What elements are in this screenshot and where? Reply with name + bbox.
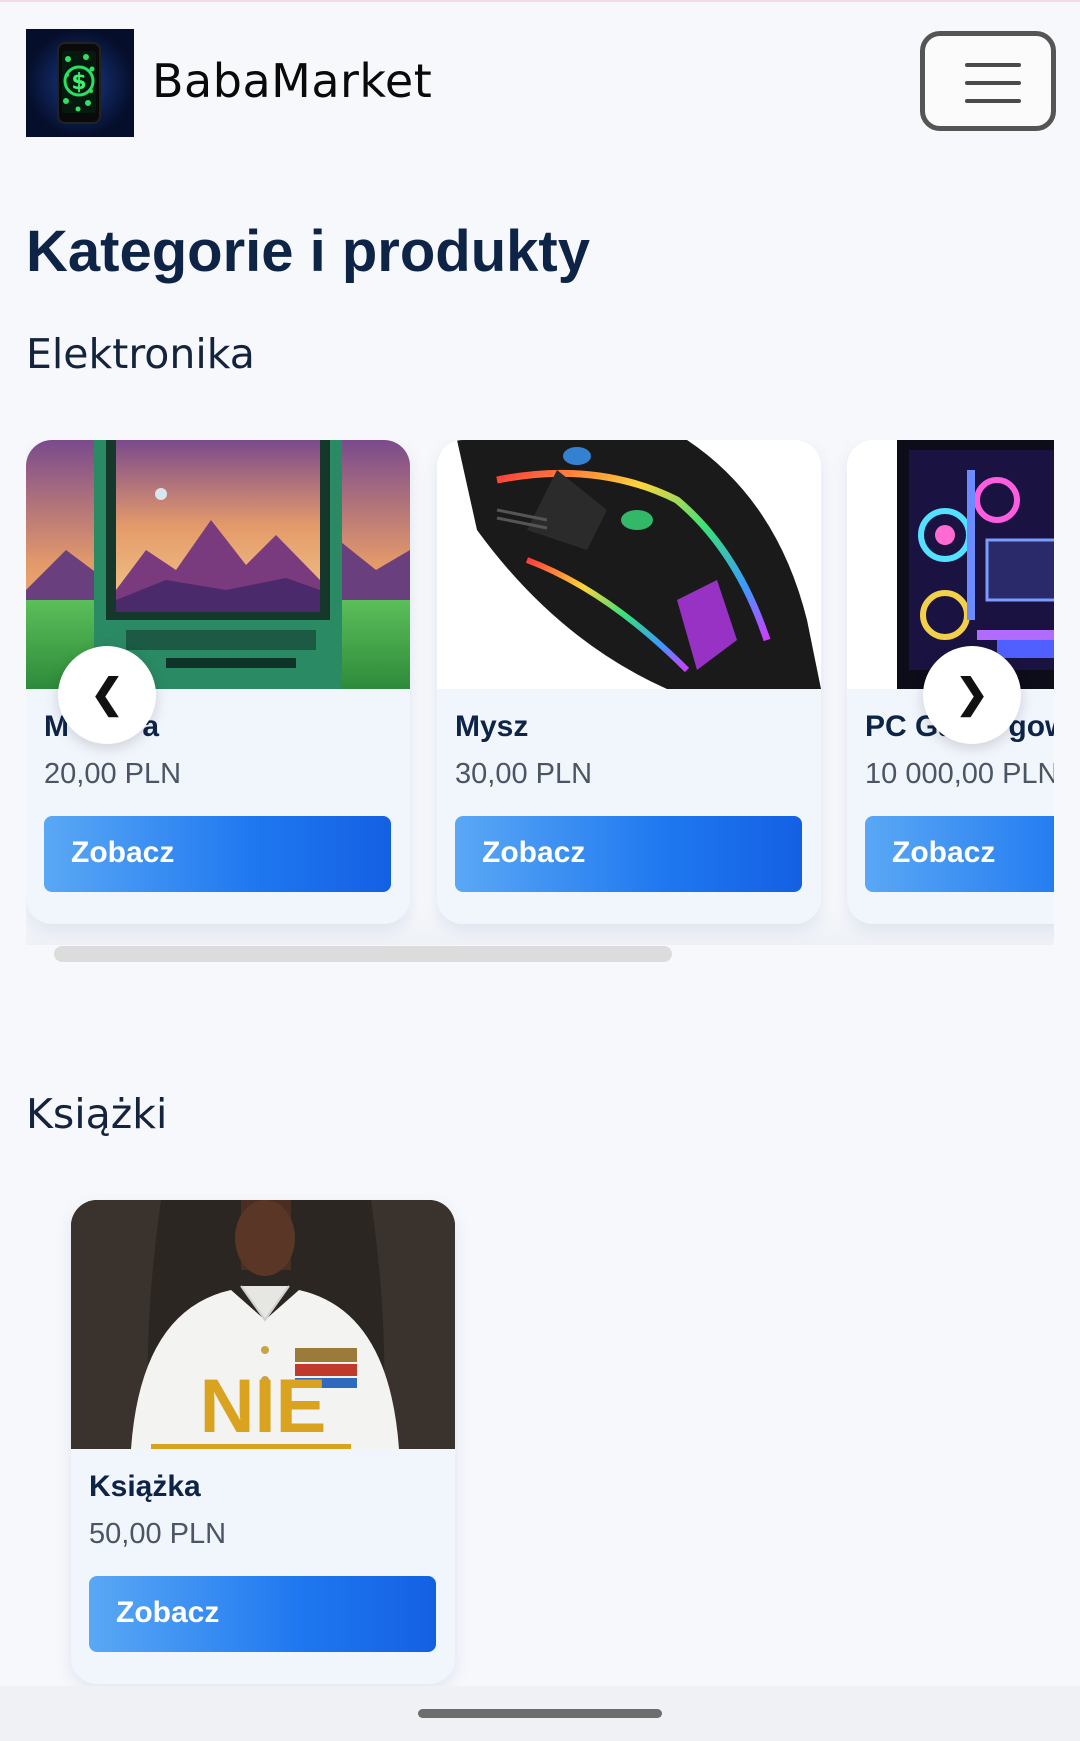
menu-toggle-button[interactable] [920,31,1056,131]
product-image: NIE [71,1200,455,1449]
product-image [437,440,821,689]
view-product-button[interactable]: Zobacz [455,816,802,892]
view-product-button[interactable]: Zobacz [44,816,391,892]
carousel-prev-button[interactable]: ❮ [58,646,156,744]
view-product-button[interactable]: Zobacz [865,816,1054,892]
category-title-elektronika: Elektronika [26,330,255,378]
category-title-ksiazki: Książki [26,1090,168,1138]
home-indicator[interactable] [418,1709,662,1718]
product-card[interactable]: Mysz 30,00 PLN Zobacz [437,440,821,924]
phone-dollar-icon: $ [26,29,134,137]
top-divider [0,0,1080,2]
brand-name[interactable]: BabaMarket [152,54,432,108]
product-price: 10 000,00 PLN [865,758,1054,790]
brand-logo[interactable]: $ [26,29,134,137]
view-product-button[interactable]: Zobacz [89,1576,436,1652]
book-cover-text: NIE [200,1364,327,1449]
product-name[interactable]: Książka [89,1470,201,1504]
carousel-next-button[interactable]: ❯ [923,646,1021,744]
product-carousel[interactable]: Monitoa 20,00 PLN Zobacz [26,440,1054,945]
product-price: 30,00 PLN [455,758,593,790]
product-price: 20,00 PLN [44,758,182,790]
carousel-scrollbar[interactable] [54,946,672,962]
product-card[interactable]: NIE Książka 50,00 PLN Zobacz [71,1200,455,1684]
page-title: Kategorie i produkty [26,219,590,284]
product-price: 50,00 PLN [89,1518,227,1550]
product-name[interactable]: Mysz [455,710,528,744]
svg-text:$: $ [71,70,86,95]
